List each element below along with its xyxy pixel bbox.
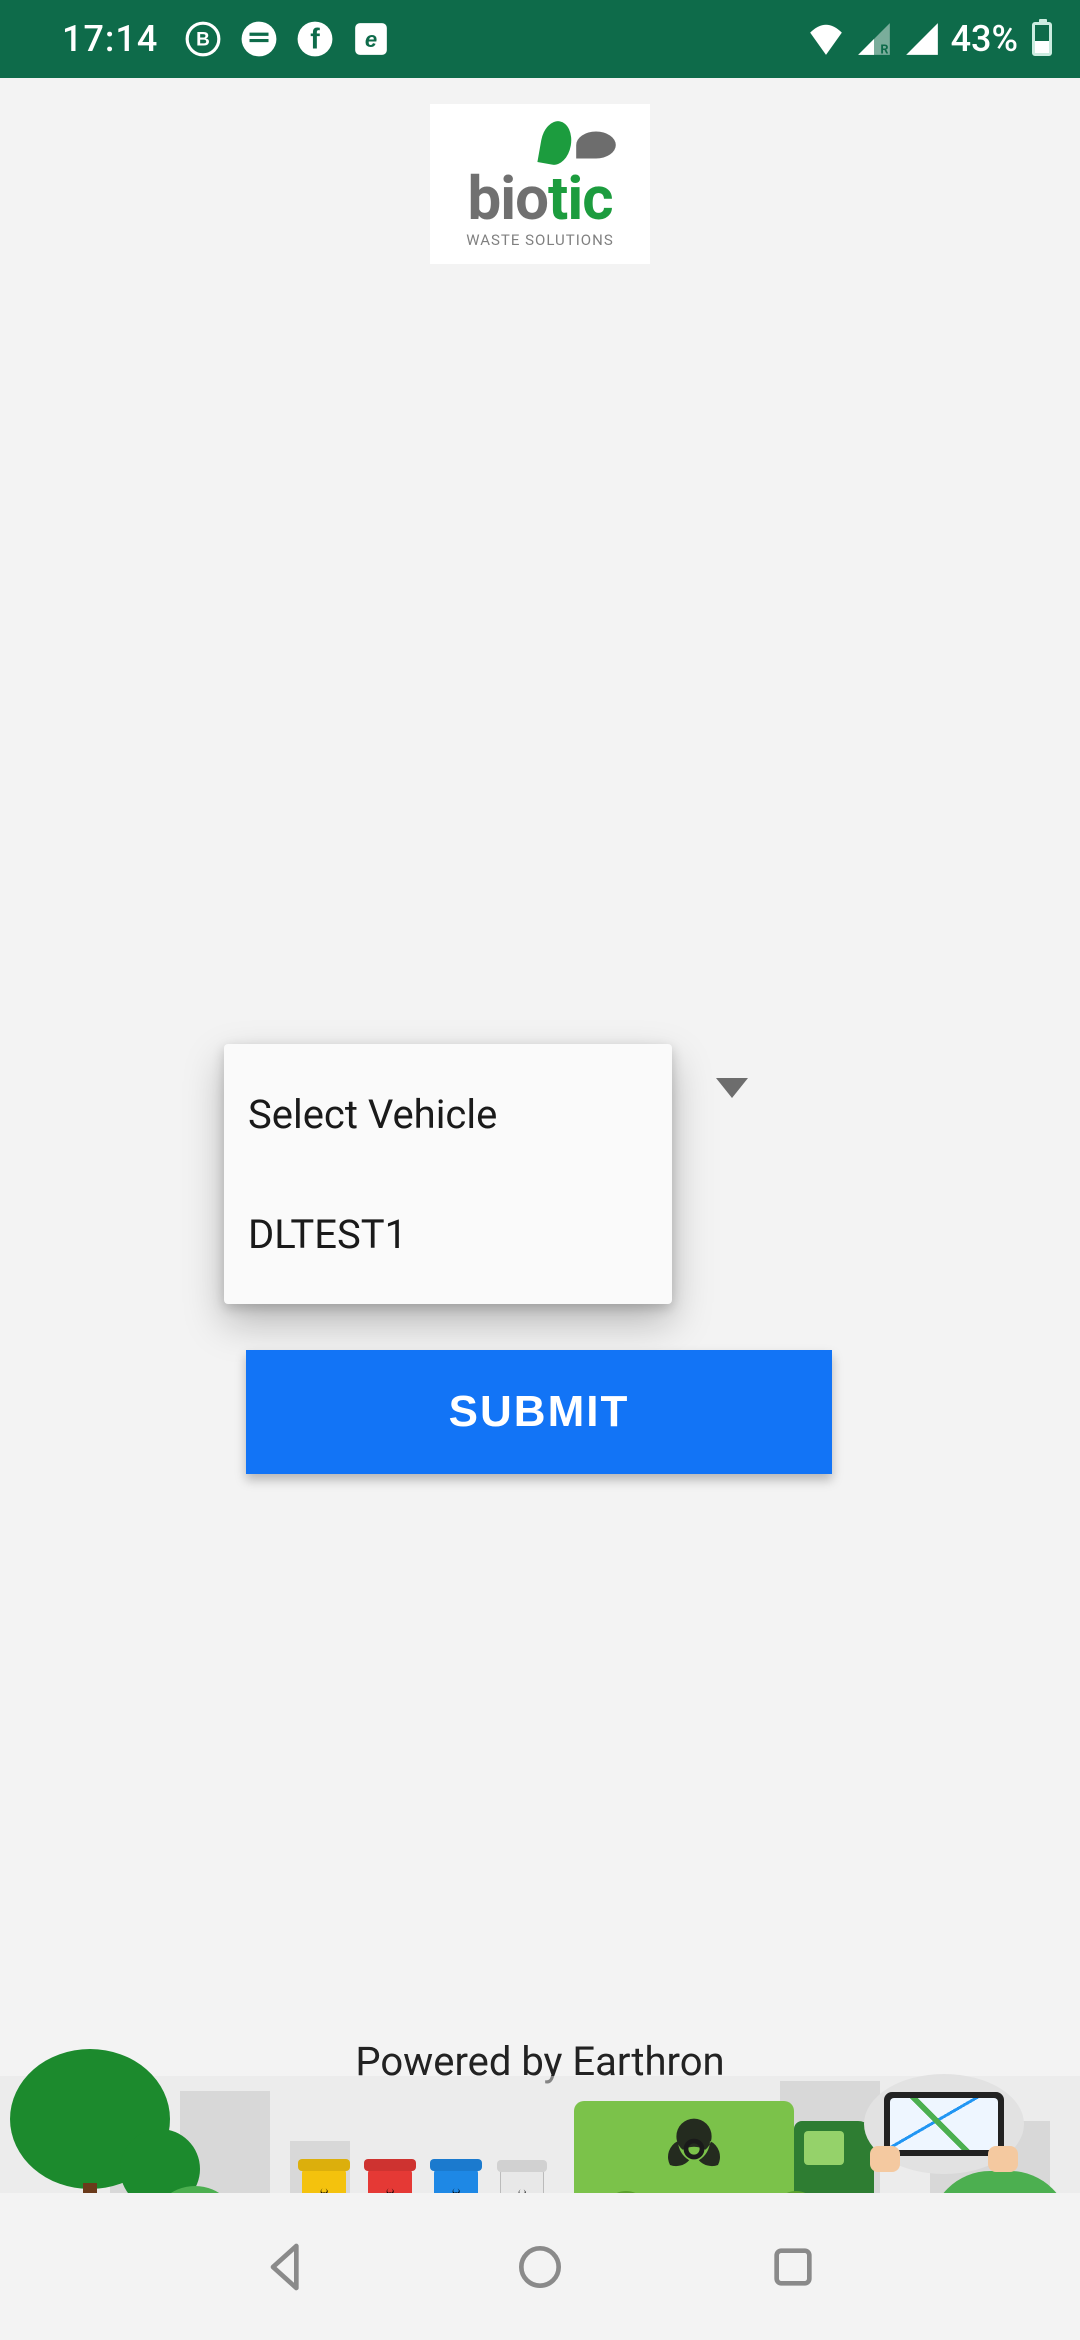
main-content: biotic WASTE SOLUTIONS Select Vehicle DL… bbox=[0, 78, 1080, 2193]
waste-bin-white-icon: ☣ bbox=[500, 2169, 544, 2193]
submit-button[interactable]: SUBMIT bbox=[246, 1350, 832, 1474]
wifi-icon bbox=[807, 20, 845, 58]
logo-leaves-icon bbox=[541, 119, 611, 169]
battery-percent: 43% bbox=[951, 18, 1018, 60]
status-right: R 43% bbox=[807, 18, 1052, 60]
logo-text-tic: tic bbox=[548, 163, 612, 234]
signal-icon bbox=[903, 20, 941, 58]
svg-text:B: B bbox=[196, 29, 210, 50]
nav-back-button[interactable] bbox=[259, 2239, 315, 2295]
status-left: 17:14 B f e bbox=[62, 18, 390, 60]
tree-icon bbox=[120, 2129, 200, 2193]
logo-text-bio: bio bbox=[468, 163, 549, 234]
dropdown-caret-icon[interactable] bbox=[716, 1078, 748, 1098]
logo-wordmark: biotic bbox=[466, 169, 613, 229]
facebook-icon: f bbox=[296, 20, 334, 58]
dropdown-option-item[interactable]: DLTEST1 bbox=[224, 1174, 672, 1294]
signal-roaming-icon: R bbox=[855, 20, 893, 58]
waste-bin-red-icon: ☣ bbox=[368, 2169, 412, 2193]
map-tracking-icon bbox=[864, 2074, 1024, 2174]
app-logo: biotic WASTE SOLUTIONS bbox=[430, 104, 650, 264]
svg-text:f: f bbox=[311, 24, 321, 56]
system-nav-bar bbox=[0, 2193, 1080, 2340]
svg-text:e: e bbox=[365, 27, 377, 52]
status-time: 17:14 bbox=[62, 18, 158, 60]
dropdown-placeholder-item[interactable]: Select Vehicle bbox=[224, 1054, 672, 1174]
waste-bin-blue-icon: ☣ bbox=[434, 2169, 478, 2193]
messaging-icon bbox=[240, 20, 278, 58]
waste-bin-yellow-icon: ☣ bbox=[302, 2169, 346, 2193]
nav-recent-button[interactable] bbox=[765, 2239, 821, 2295]
svg-text:R: R bbox=[880, 42, 888, 57]
biohazard-icon bbox=[654, 2109, 734, 2189]
battery-icon bbox=[1032, 22, 1052, 56]
nav-home-button[interactable] bbox=[512, 2239, 568, 2295]
logo-subtitle: WASTE SOLUTIONS bbox=[466, 231, 613, 249]
vehicle-dropdown-popup: Select Vehicle DLTEST1 bbox=[224, 1044, 672, 1304]
status-bar: 17:14 B f e R 43% bbox=[0, 0, 1080, 78]
notification-b-icon: B bbox=[184, 20, 222, 58]
garbage-truck-icon bbox=[574, 2091, 874, 2193]
app-e-icon: e bbox=[352, 20, 390, 58]
